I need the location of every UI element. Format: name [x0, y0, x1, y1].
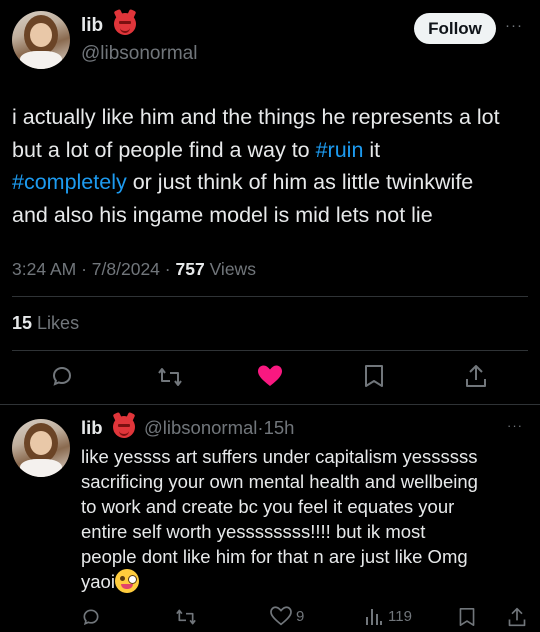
- divider: [0, 404, 540, 405]
- likes-summary[interactable]: 15 Likes: [12, 313, 79, 334]
- tweet-meta: 3:24 AM · 7/8/2024 · 757 Views: [12, 259, 256, 279]
- views-label: Views: [209, 259, 256, 279]
- reply-like-icon: [270, 606, 292, 626]
- reply-text-line: like yessss art suffers under capitalism…: [81, 446, 478, 467]
- share-icon[interactable]: [464, 363, 488, 389]
- reply-meta: @libsonormal·15h: [144, 417, 295, 438]
- reply-header: lib: [81, 417, 103, 439]
- reply-text-line: yaoi: [81, 569, 536, 594]
- reply-share-icon[interactable]: [507, 606, 527, 628]
- reply-like-count: 9: [296, 607, 305, 625]
- tweet-text-line: #completely or just think of him as litt…: [12, 170, 474, 194]
- tweet-text: i actually like him and the things he re…: [12, 101, 532, 231]
- reply-text-line: to work and create bc you feel it equate…: [81, 496, 455, 517]
- author-display-name[interactable]: lib: [81, 15, 103, 37]
- reply-views-count: 119: [388, 607, 412, 625]
- analytics-icon: [365, 606, 383, 626]
- reply-more-options-icon[interactable]: ···: [507, 418, 523, 433]
- reply-bookmark-icon[interactable]: [458, 607, 476, 627]
- reply-like-button[interactable]: 9: [270, 606, 304, 626]
- tweet-text-line: i actually like him and the things he re…: [12, 105, 500, 129]
- reply-retweet-icon[interactable]: [175, 607, 197, 627]
- hashtag-link-completely[interactable]: #completely: [12, 170, 127, 194]
- reply-views-button[interactable]: 119: [365, 606, 412, 626]
- likes-label: Likes: [37, 313, 80, 333]
- divider: [12, 350, 528, 351]
- tweet-time[interactable]: 3:24 AM: [12, 259, 76, 279]
- likes-count: 15: [12, 313, 33, 333]
- tweet-date[interactable]: 7/8/2024: [92, 259, 160, 279]
- reply-author-avatar[interactable]: [12, 419, 70, 477]
- tweet-text-line: but a lot of people find a way to #ruin …: [12, 137, 381, 162]
- divider: [12, 296, 528, 297]
- author-avatar[interactable]: [12, 11, 70, 69]
- hashtag-link-ruin[interactable]: #ruin: [316, 138, 364, 162]
- bookmark-icon[interactable]: [363, 364, 385, 388]
- devil-emoji-icon: [114, 13, 136, 35]
- reply-display-name[interactable]: lib: [81, 417, 103, 438]
- reply-age[interactable]: 15h: [264, 417, 295, 438]
- views-count: 757: [175, 259, 205, 279]
- author-handle[interactable]: @libsonormal: [81, 43, 197, 65]
- display-name-text: lib: [81, 15, 104, 36]
- reply-text-line: entire self worth yessssssss!!!! but ik …: [81, 521, 426, 542]
- zany-face-emoji-icon: [114, 569, 139, 593]
- more-options-icon[interactable]: ···: [505, 17, 523, 34]
- devil-emoji-icon: [113, 416, 135, 438]
- reply-reply-icon[interactable]: [81, 607, 101, 627]
- reply-text: like yessss art suffers under capitalism…: [81, 444, 536, 594]
- retweet-icon[interactable]: [157, 365, 183, 389]
- follow-button[interactable]: Follow: [414, 13, 496, 44]
- reply-text-line: sacrificing your own mental health and w…: [81, 471, 478, 492]
- like-icon[interactable]: [257, 364, 283, 388]
- reply-text-line: people dont like him for that n are just…: [81, 546, 468, 567]
- reply-icon[interactable]: [50, 364, 74, 388]
- tweet-text-line: and also his ingame model is mid lets no…: [12, 202, 433, 227]
- reply-handle[interactable]: @libsonormal: [144, 417, 257, 438]
